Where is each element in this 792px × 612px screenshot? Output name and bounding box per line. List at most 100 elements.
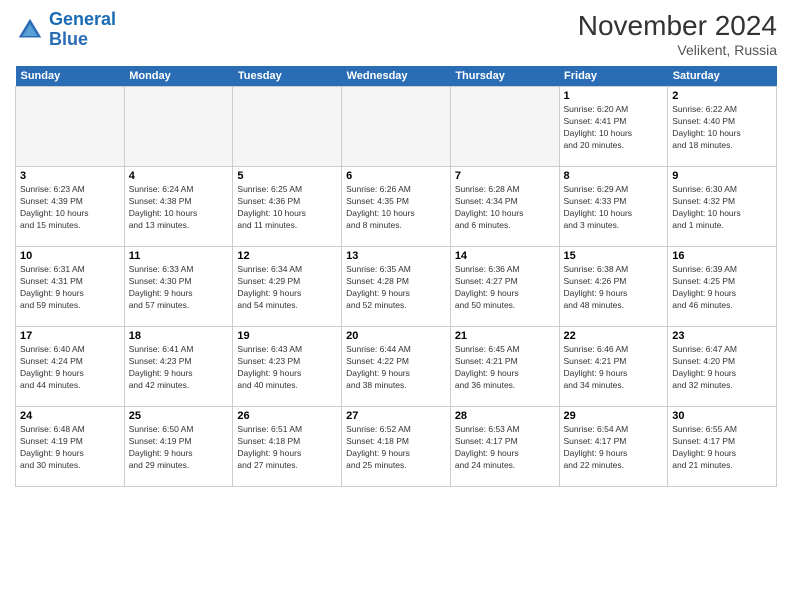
title-block: November 2024 Velikent, Russia: [578, 10, 777, 58]
day-info: Sunrise: 6:28 AM Sunset: 4:34 PM Dayligh…: [455, 184, 555, 232]
logo-line2: Blue: [49, 29, 88, 49]
calendar-cell: 10 Sunrise: 6:31 AM Sunset: 4:31 PM Dayli…: [16, 247, 125, 327]
week-row-2: 10 Sunrise: 6:31 AM Sunset: 4:31 PM Dayli…: [16, 247, 777, 327]
day-number: 21: [455, 330, 555, 342]
day-number: 13: [346, 250, 446, 262]
day-info: Sunrise: 6:34 AM Sunset: 4:29 PM Dayligh…: [237, 264, 337, 312]
calendar-cell: [16, 87, 125, 167]
calendar-cell: 1 Sunrise: 6:20 AM Sunset: 4:41 PM Daylig…: [559, 87, 668, 167]
calendar-cell: 5 Sunrise: 6:25 AM Sunset: 4:36 PM Daylig…: [233, 167, 342, 247]
day-number: 27: [346, 410, 446, 422]
day-info: Sunrise: 6:30 AM Sunset: 4:32 PM Dayligh…: [672, 184, 772, 232]
calendar-cell: 4Sunrise: 6:24 AM Sunset: 4:38 PM Daylig…: [124, 167, 233, 247]
col-header-monday: Monday: [124, 66, 233, 87]
calendar-cell: 23 Sunrise: 6:47 AM Sunset: 4:20 PM Dayli…: [668, 327, 777, 407]
calendar-cell: 13 Sunrise: 6:35 AM Sunset: 4:28 PM Dayli…: [342, 247, 451, 327]
day-info: Sunrise: 6:46 AM Sunset: 4:21 PM Dayligh…: [564, 344, 664, 392]
day-info: Sunrise: 6:23 AM Sunset: 4:39 PM Dayligh…: [20, 184, 120, 232]
logo-icon: [15, 15, 45, 45]
day-number: 28: [455, 410, 555, 422]
calendar-cell: 12 Sunrise: 6:34 AM Sunset: 4:29 PM Dayli…: [233, 247, 342, 327]
day-info: Sunrise: 6:38 AM Sunset: 4:26 PM Dayligh…: [564, 264, 664, 312]
calendar-cell: 14Sunrise: 6:36 AM Sunset: 4:27 PM Dayli…: [450, 247, 559, 327]
day-info: Sunrise: 6:44 AM Sunset: 4:22 PM Dayligh…: [346, 344, 446, 392]
day-info: Sunrise: 6:22 AM Sunset: 4:40 PM Dayligh…: [672, 104, 772, 152]
calendar-cell: [450, 87, 559, 167]
day-number: 15: [564, 250, 664, 262]
day-number: 25: [129, 410, 229, 422]
day-info: Sunrise: 6:26 AM Sunset: 4:35 PM Dayligh…: [346, 184, 446, 232]
day-number: 14: [455, 250, 555, 262]
logo-line1: General: [49, 9, 116, 29]
day-info: Sunrise: 6:43 AM Sunset: 4:23 PM Dayligh…: [237, 344, 337, 392]
day-info: Sunrise: 6:31 AM Sunset: 4:31 PM Dayligh…: [20, 264, 120, 312]
logo-text: General Blue: [49, 10, 116, 50]
calendar-cell: 22Sunrise: 6:46 AM Sunset: 4:21 PM Dayli…: [559, 327, 668, 407]
col-header-friday: Friday: [559, 66, 668, 87]
day-info: Sunrise: 6:50 AM Sunset: 4:19 PM Dayligh…: [129, 424, 229, 472]
day-number: 7: [455, 170, 555, 182]
day-info: Sunrise: 6:55 AM Sunset: 4:17 PM Dayligh…: [672, 424, 772, 472]
day-info: Sunrise: 6:24 AM Sunset: 4:38 PM Dayligh…: [129, 184, 229, 232]
calendar-cell: 30 Sunrise: 6:55 AM Sunset: 4:17 PM Dayli…: [668, 407, 777, 487]
calendar-cell: 25 Sunrise: 6:50 AM Sunset: 4:19 PM Dayli…: [124, 407, 233, 487]
col-header-wednesday: Wednesday: [342, 66, 451, 87]
day-number: 12: [237, 250, 337, 262]
logo: General Blue: [15, 10, 116, 50]
day-number: 10: [20, 250, 120, 262]
day-number: 23: [672, 330, 772, 342]
day-info: Sunrise: 6:35 AM Sunset: 4:28 PM Dayligh…: [346, 264, 446, 312]
day-number: 2: [672, 90, 772, 102]
col-header-thursday: Thursday: [450, 66, 559, 87]
day-info: Sunrise: 6:47 AM Sunset: 4:20 PM Dayligh…: [672, 344, 772, 392]
calendar-cell: [342, 87, 451, 167]
calendar-cell: 21 Sunrise: 6:45 AM Sunset: 4:21 PM Dayli…: [450, 327, 559, 407]
day-info: Sunrise: 6:33 AM Sunset: 4:30 PM Dayligh…: [129, 264, 229, 312]
header-row: SundayMondayTuesdayWednesdayThursdayFrid…: [16, 66, 777, 87]
day-number: 8: [564, 170, 664, 182]
calendar-cell: 2 Sunrise: 6:22 AM Sunset: 4:40 PM Daylig…: [668, 87, 777, 167]
calendar-table: SundayMondayTuesdayWednesdayThursdayFrid…: [15, 66, 777, 487]
calendar-cell: 29Sunrise: 6:54 AM Sunset: 4:17 PM Dayli…: [559, 407, 668, 487]
day-info: Sunrise: 6:54 AM Sunset: 4:17 PM Dayligh…: [564, 424, 664, 472]
day-info: Sunrise: 6:51 AM Sunset: 4:18 PM Dayligh…: [237, 424, 337, 472]
day-info: Sunrise: 6:29 AM Sunset: 4:33 PM Dayligh…: [564, 184, 664, 232]
day-number: 9: [672, 170, 772, 182]
day-number: 20: [346, 330, 446, 342]
calendar-cell: 19 Sunrise: 6:43 AM Sunset: 4:23 PM Dayli…: [233, 327, 342, 407]
calendar-cell: [233, 87, 342, 167]
calendar-cell: 20 Sunrise: 6:44 AM Sunset: 4:22 PM Dayli…: [342, 327, 451, 407]
location: Velikent, Russia: [578, 42, 777, 58]
week-row-1: 3 Sunrise: 6:23 AM Sunset: 4:39 PM Daylig…: [16, 167, 777, 247]
day-number: 24: [20, 410, 120, 422]
day-number: 26: [237, 410, 337, 422]
week-row-3: 17 Sunrise: 6:40 AM Sunset: 4:24 PM Dayli…: [16, 327, 777, 407]
day-number: 5: [237, 170, 337, 182]
calendar-cell: 26 Sunrise: 6:51 AM Sunset: 4:18 PM Dayli…: [233, 407, 342, 487]
month-title: November 2024: [578, 10, 777, 42]
calendar-cell: 27 Sunrise: 6:52 AM Sunset: 4:18 PM Dayli…: [342, 407, 451, 487]
day-info: Sunrise: 6:20 AM Sunset: 4:41 PM Dayligh…: [564, 104, 664, 152]
calendar-cell: 24 Sunrise: 6:48 AM Sunset: 4:19 PM Dayli…: [16, 407, 125, 487]
day-info: Sunrise: 6:53 AM Sunset: 4:17 PM Dayligh…: [455, 424, 555, 472]
day-info: Sunrise: 6:25 AM Sunset: 4:36 PM Dayligh…: [237, 184, 337, 232]
calendar-cell: 17 Sunrise: 6:40 AM Sunset: 4:24 PM Dayli…: [16, 327, 125, 407]
day-number: 19: [237, 330, 337, 342]
calendar-cell: 3 Sunrise: 6:23 AM Sunset: 4:39 PM Daylig…: [16, 167, 125, 247]
calendar-cell: 15 Sunrise: 6:38 AM Sunset: 4:26 PM Dayli…: [559, 247, 668, 327]
col-header-tuesday: Tuesday: [233, 66, 342, 87]
calendar-cell: 8 Sunrise: 6:29 AM Sunset: 4:33 PM Daylig…: [559, 167, 668, 247]
calendar-cell: 28 Sunrise: 6:53 AM Sunset: 4:17 PM Dayli…: [450, 407, 559, 487]
day-info: Sunrise: 6:45 AM Sunset: 4:21 PM Dayligh…: [455, 344, 555, 392]
day-number: 18: [129, 330, 229, 342]
day-info: Sunrise: 6:40 AM Sunset: 4:24 PM Dayligh…: [20, 344, 120, 392]
day-info: Sunrise: 6:41 AM Sunset: 4:23 PM Dayligh…: [129, 344, 229, 392]
day-number: 3: [20, 170, 120, 182]
day-number: 17: [20, 330, 120, 342]
day-number: 11: [129, 250, 229, 262]
calendar-cell: 6Sunrise: 6:26 AM Sunset: 4:35 PM Daylig…: [342, 167, 451, 247]
day-number: 1: [564, 90, 664, 102]
day-number: 30: [672, 410, 772, 422]
day-info: Sunrise: 6:48 AM Sunset: 4:19 PM Dayligh…: [20, 424, 120, 472]
day-info: Sunrise: 6:52 AM Sunset: 4:18 PM Dayligh…: [346, 424, 446, 472]
